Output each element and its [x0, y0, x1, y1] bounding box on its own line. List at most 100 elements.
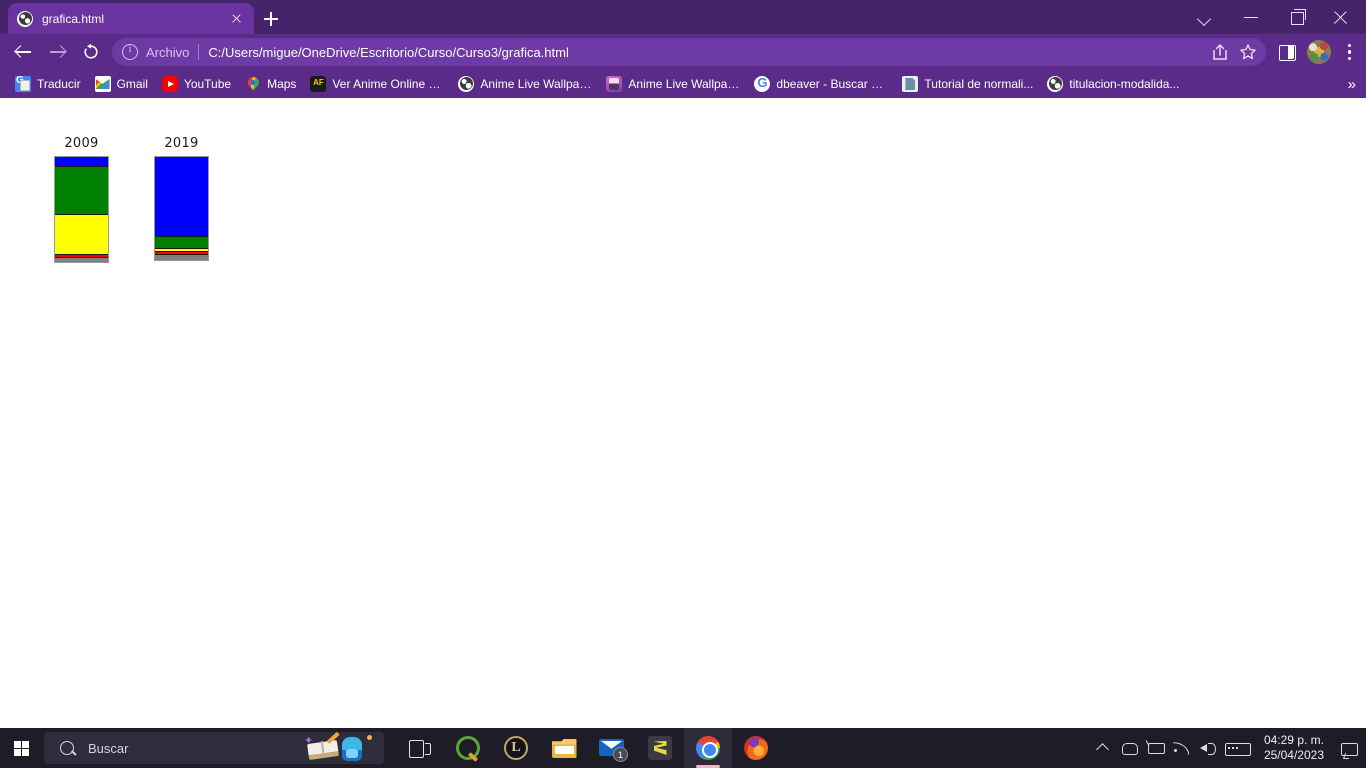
chrome-icon [696, 736, 720, 760]
bookmark-label: YouTube [183, 77, 232, 91]
tray-chevron-up-icon[interactable] [1090, 728, 1116, 768]
reload-button[interactable] [74, 35, 108, 69]
bookmarks-overflow-button[interactable]: » [1348, 76, 1356, 93]
side-panel-icon[interactable] [1272, 36, 1302, 68]
maximize-button[interactable] [1274, 0, 1320, 34]
bookmark-traducir[interactable]: Traducir [8, 73, 88, 95]
bar-segment-blue [55, 157, 108, 167]
info-icon[interactable] [122, 43, 138, 60]
backpack-icon [342, 737, 362, 761]
task-view-button[interactable] [396, 728, 444, 768]
bookmark-star-icon[interactable] [1234, 38, 1262, 66]
back-button[interactable] [6, 35, 40, 69]
bookmark-titulacion-modalidad[interactable]: titulacion-modalida... [1040, 73, 1186, 95]
close-window-button[interactable] [1320, 0, 1366, 34]
gmail-icon [94, 76, 111, 92]
search-placeholder: Buscar [88, 740, 129, 756]
url-text: C:/Users/migue/OneDrive/Escritorio/Curso… [208, 44, 569, 60]
file-scheme-label: Archivo [146, 44, 190, 60]
notification-badge: 1 [613, 747, 628, 762]
menu-dot [1347, 44, 1351, 48]
league-of-legends-icon [504, 736, 528, 760]
address-bar[interactable]: Archivo C:/Users/migue/OneDrive/Escritor… [112, 38, 1266, 66]
taskbar-app-file-explorer[interactable] [540, 728, 588, 768]
star-glyph [1240, 44, 1256, 60]
battery-icon[interactable] [1142, 728, 1168, 768]
taskbar-app-chrome[interactable] [684, 728, 732, 768]
avatar[interactable] [1307, 40, 1331, 64]
tab-strip: grafica.html [0, 0, 1366, 34]
taskbar: Buscar ✦ 1 [0, 728, 1366, 768]
clock[interactable]: 04:29 p. m. 25/04/2023 [1254, 733, 1334, 763]
bar-group: 2019 [154, 136, 209, 261]
menu-dot [1347, 50, 1351, 54]
youtube-icon [161, 76, 178, 92]
forward-button[interactable] [40, 35, 74, 69]
keyboard-icon[interactable] [1220, 728, 1254, 768]
bookmark-label: Maps [267, 77, 297, 91]
document-icon [902, 76, 919, 92]
bar-segment-gray [55, 258, 108, 262]
page-viewport: 2009 2019 [0, 98, 1366, 728]
notification-center-button[interactable] [1334, 728, 1362, 768]
bookmark-dbeaver[interactable]: dbeaver - Buscar co... [747, 73, 895, 95]
new-tab-button[interactable] [258, 6, 284, 32]
taskbar-app-league-of-legends[interactable] [492, 728, 540, 768]
onedrive-icon[interactable] [1116, 728, 1142, 768]
clock-time: 04:29 p. m. [1263, 733, 1324, 747]
taskbar-app-sublime-text[interactable] [636, 728, 684, 768]
tab-title: grafica.html [42, 11, 105, 26]
share-icon[interactable] [1206, 38, 1234, 66]
chevron-down-icon[interactable] [1182, 0, 1228, 34]
reload-icon [84, 43, 98, 59]
google-icon [754, 76, 771, 92]
browser-tab[interactable]: grafica.html [8, 3, 254, 34]
taskbar-app-firefox[interactable] [732, 728, 780, 768]
task-view-icon [409, 740, 431, 758]
animeflv-icon [310, 76, 327, 92]
bookmark-maps[interactable]: Maps [238, 73, 303, 95]
maps-icon [245, 76, 261, 92]
translate-icon [15, 76, 31, 92]
stacked-bar-chart: 2009 2019 [0, 98, 1366, 728]
mail-icon: 1 [599, 737, 628, 762]
stacked-bar [154, 156, 209, 261]
bookmark-anime-live-wallpaper-2[interactable]: Anime Live Wallpap... [599, 73, 747, 95]
clock-date: 25/04/2023 [1263, 748, 1324, 762]
bar-segment-blue [155, 157, 208, 237]
bookmark-label: Anime Live Wallpap... [628, 77, 741, 91]
bookmark-youtube[interactable]: YouTube [155, 73, 238, 95]
menu-icon[interactable] [1336, 36, 1362, 68]
sublime-text-icon [648, 736, 672, 760]
omnibox-actions [1206, 38, 1262, 66]
search-icon [60, 741, 74, 755]
window-controls [1182, 0, 1366, 34]
bookmark-label: Tutorial de normali... [924, 77, 1034, 91]
bookmark-label: Anime Live Wallpap... [480, 77, 593, 91]
browser-toolbar: Archivo C:/Users/migue/OneDrive/Escritor… [0, 34, 1366, 70]
qbittorrent-icon [456, 736, 480, 760]
search-input[interactable]: Buscar ✦ [44, 732, 384, 764]
share-glyph [1213, 43, 1227, 60]
bar-segment-green [155, 237, 208, 249]
bar-segment-gray [155, 255, 208, 260]
minimize-button[interactable] [1228, 0, 1274, 34]
search-widget-illustration: ✦ [304, 732, 384, 764]
system-tray: 04:29 p. m. 25/04/2023 [1090, 728, 1366, 768]
bar-segment-yellow [55, 215, 108, 255]
bookmark-label: Ver Anime Online H... [332, 77, 445, 91]
bookmark-label: Gmail [116, 77, 148, 91]
taskbar-app-qbittorrent[interactable] [444, 728, 492, 768]
bookmark-ver-anime-online[interactable]: Ver Anime Online H... [303, 73, 451, 95]
start-button[interactable] [0, 728, 44, 768]
bookmark-gmail[interactable]: Gmail [88, 73, 155, 95]
wifi-icon[interactable] [1168, 728, 1194, 768]
bookmark-anime-live-wallpaper-1[interactable]: Anime Live Wallpap... [451, 73, 599, 95]
bookmark-label: dbeaver - Buscar co... [776, 77, 889, 91]
close-icon[interactable] [227, 10, 245, 28]
toolbar-right-actions [1272, 36, 1366, 68]
bookmark-label: titulacion-modalida... [1069, 77, 1180, 91]
bookmark-tutorial-normalizacion[interactable]: Tutorial de normali... [895, 73, 1040, 95]
taskbar-app-mail[interactable]: 1 [588, 728, 636, 768]
volume-icon[interactable] [1194, 728, 1220, 768]
